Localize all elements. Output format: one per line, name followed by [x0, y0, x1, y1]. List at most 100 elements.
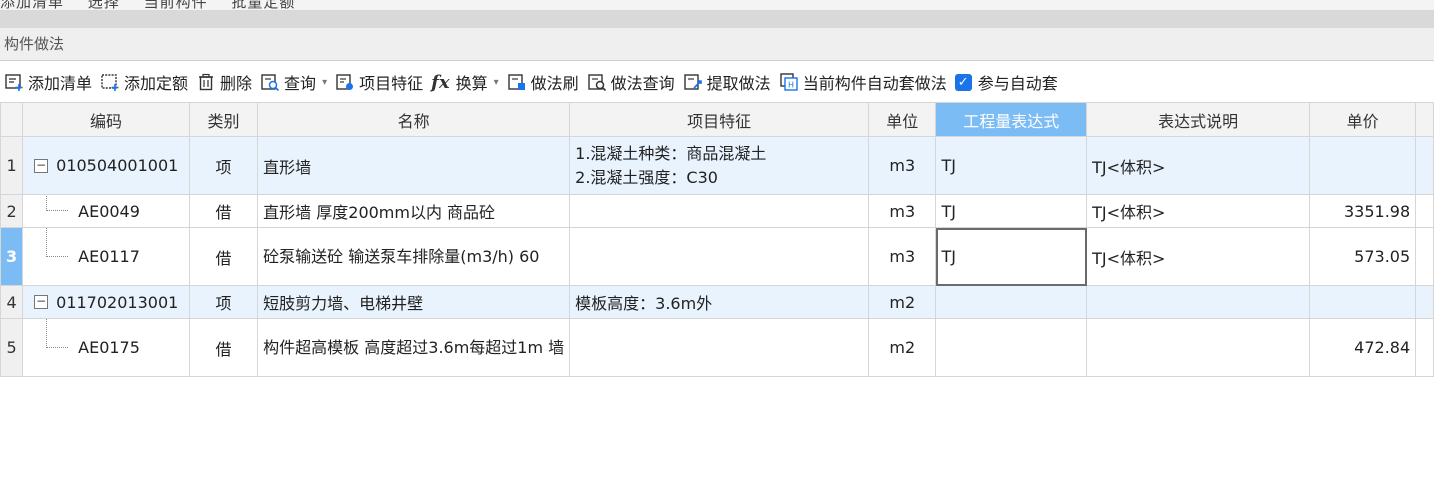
- feature-cell[interactable]: [569, 194, 870, 228]
- column-header-unit[interactable]: 单位: [868, 102, 937, 137]
- feature-cell[interactable]: [569, 318, 870, 377]
- item-feature-icon: [336, 74, 354, 90]
- unit-cell[interactable]: m2: [868, 318, 937, 377]
- auto-apply-icon: H: [779, 73, 798, 91]
- toolbar: 添加清单 添加定额 删除 查询 ▾ 项目特征 fx 换算 ▾ 做法刷 做法查询 …: [0, 62, 1434, 102]
- grid-header-row: 编码 类别 名称 项目特征 单位 工程量表达式 表达式说明 单价: [0, 102, 1434, 137]
- code-value: 011702013001: [56, 292, 179, 312]
- row-number[interactable]: 1: [0, 136, 24, 195]
- code-cell[interactable]: AE0175: [22, 318, 190, 377]
- name-cell[interactable]: 直形墙: [257, 136, 571, 195]
- unit-cell[interactable]: m3: [868, 227, 937, 286]
- expression-cell[interactable]: TJ: [935, 194, 1088, 228]
- code-cell[interactable]: −011702013001: [22, 285, 190, 319]
- table-row[interactable]: 3 AE0117 借 砼泵输送砼 输送泵车排除量(m3/h) 60 m3 TJ …: [0, 227, 1434, 286]
- extract-method-label: 提取做法: [706, 74, 771, 93]
- row-number-header: [0, 102, 24, 137]
- expression-cell[interactable]: TJ: [935, 136, 1088, 195]
- overflow-cell: [1415, 227, 1434, 286]
- chevron-down-icon[interactable]: ▾: [322, 77, 327, 88]
- code-cell[interactable]: AE0049: [22, 194, 190, 228]
- expr-desc-cell[interactable]: TJ<体积>: [1086, 194, 1311, 228]
- feature-cell[interactable]: 1.混凝土种类：商品混凝土 2.混凝土强度：C30: [569, 136, 870, 195]
- overflow-cell: [1415, 194, 1434, 228]
- extract-method-button[interactable]: 提取做法: [681, 67, 777, 97]
- expr-desc-cell[interactable]: [1086, 285, 1311, 319]
- method-brush-label: 做法刷: [530, 74, 579, 93]
- expression-cell[interactable]: [935, 285, 1088, 319]
- feature-cell[interactable]: 模板高度：3.6m外: [569, 285, 870, 319]
- table-row[interactable]: 1 −010504001001 项 直形墙 1.混凝土种类：商品混凝土 2.混凝土…: [0, 136, 1434, 195]
- expression-cell-selected[interactable]: TJ: [935, 227, 1088, 286]
- column-header-name[interactable]: 名称: [257, 102, 571, 137]
- price-cell[interactable]: 3351.98: [1309, 194, 1417, 228]
- delete-label: 删除: [220, 74, 253, 93]
- collapse-icon[interactable]: −: [34, 295, 49, 309]
- code-value: 010504001001: [56, 156, 179, 175]
- method-query-button[interactable]: 做法查询: [585, 67, 681, 97]
- column-header-feature[interactable]: 项目特征: [569, 102, 870, 137]
- category-cell[interactable]: 借: [188, 227, 259, 286]
- participate-auto-checkbox[interactable]: ✓ 参与自动套: [953, 67, 1064, 97]
- method-brush-button[interactable]: 做法刷: [505, 67, 585, 97]
- name-cell[interactable]: 直形墙 厚度200mm以内 商品砼: [257, 194, 571, 228]
- category-cell[interactable]: 项: [188, 136, 259, 195]
- unit-cell[interactable]: m3: [868, 194, 937, 228]
- name-cell[interactable]: 构件超高模板 高度超过3.6m每超过1m 墙: [257, 318, 571, 377]
- feature-cell[interactable]: [569, 227, 870, 286]
- table-row[interactable]: 5 AE0175 借 构件超高模板 高度超过3.6m每超过1m 墙 m2 472…: [0, 318, 1434, 377]
- panel-title: 构件做法: [0, 28, 1434, 61]
- add-list-icon: [5, 74, 23, 91]
- price-cell[interactable]: [1309, 136, 1417, 195]
- feature-line: 2.混凝土强度：C30: [575, 167, 718, 187]
- column-header-price[interactable]: 单价: [1309, 102, 1417, 137]
- collapse-icon[interactable]: −: [34, 158, 49, 173]
- price-cell[interactable]: 573.05: [1309, 227, 1417, 286]
- expr-desc-cell[interactable]: TJ<体积>: [1086, 227, 1311, 286]
- delete-button[interactable]: 删除: [194, 67, 258, 97]
- top-menu-item[interactable]: 当前构件: [144, 0, 208, 10]
- extract-method-icon: [683, 74, 702, 90]
- column-header-overflow[interactable]: [1415, 102, 1434, 137]
- row-number[interactable]: 5: [0, 318, 24, 377]
- price-cell[interactable]: 472.84: [1309, 318, 1417, 377]
- top-menu-item[interactable]: 选择: [88, 0, 120, 10]
- row-number[interactable]: 2: [0, 194, 24, 228]
- category-cell[interactable]: 借: [188, 194, 259, 228]
- column-header-code[interactable]: 编码: [22, 102, 190, 137]
- auto-apply-button[interactable]: H 当前构件自动套做法: [777, 67, 953, 97]
- expr-desc-cell[interactable]: [1086, 318, 1311, 377]
- row-number[interactable]: 4: [0, 285, 24, 319]
- column-header-expression[interactable]: 工程量表达式: [935, 102, 1088, 137]
- name-cell[interactable]: 砼泵输送砼 输送泵车排除量(m3/h) 60: [257, 227, 571, 286]
- tree-connector: [46, 228, 69, 258]
- row-number[interactable]: 3: [0, 227, 24, 286]
- participate-auto-label: 参与自动套: [977, 74, 1058, 93]
- add-list-label: 添加清单: [28, 74, 93, 93]
- method-grid: 编码 类别 名称 项目特征 单位 工程量表达式 表达式说明 单价 1 −0105…: [0, 102, 1434, 377]
- query-button[interactable]: 查询 ▾: [258, 67, 333, 97]
- column-header-expr-desc[interactable]: 表达式说明: [1086, 102, 1311, 137]
- convert-button[interactable]: fx 换算 ▾: [429, 67, 505, 97]
- add-list-button[interactable]: 添加清单: [2, 67, 98, 97]
- column-header-category[interactable]: 类别: [188, 102, 259, 137]
- top-menu-item[interactable]: 添加清单: [0, 0, 64, 10]
- unit-cell[interactable]: m3: [868, 136, 937, 195]
- expression-cell[interactable]: [935, 318, 1088, 377]
- expr-desc-cell[interactable]: TJ<体积>: [1086, 136, 1311, 195]
- price-cell[interactable]: [1309, 285, 1417, 319]
- category-cell[interactable]: 借: [188, 318, 259, 377]
- code-cell[interactable]: −010504001001: [22, 136, 190, 195]
- add-quota-button[interactable]: 添加定额: [98, 67, 194, 97]
- category-cell[interactable]: 项: [188, 285, 259, 319]
- code-cell[interactable]: AE0117: [22, 227, 190, 286]
- unit-cell[interactable]: m2: [868, 285, 937, 319]
- table-row[interactable]: 4 −011702013001 项 短肢剪力墙、电梯井壁 模板高度：3.6m外 …: [0, 285, 1434, 319]
- checkmark-icon: ✓: [954, 73, 972, 91]
- query-label: 查询: [284, 74, 317, 93]
- top-menu-item[interactable]: 批量定额: [231, 0, 295, 10]
- table-row[interactable]: 2 AE0049 借 直形墙 厚度200mm以内 商品砼 m3 TJ TJ<体积…: [0, 194, 1434, 228]
- chevron-down-icon[interactable]: ▾: [494, 77, 499, 88]
- item-feature-button[interactable]: 项目特征: [333, 67, 429, 97]
- name-cell[interactable]: 短肢剪力墙、电梯井壁: [257, 285, 571, 319]
